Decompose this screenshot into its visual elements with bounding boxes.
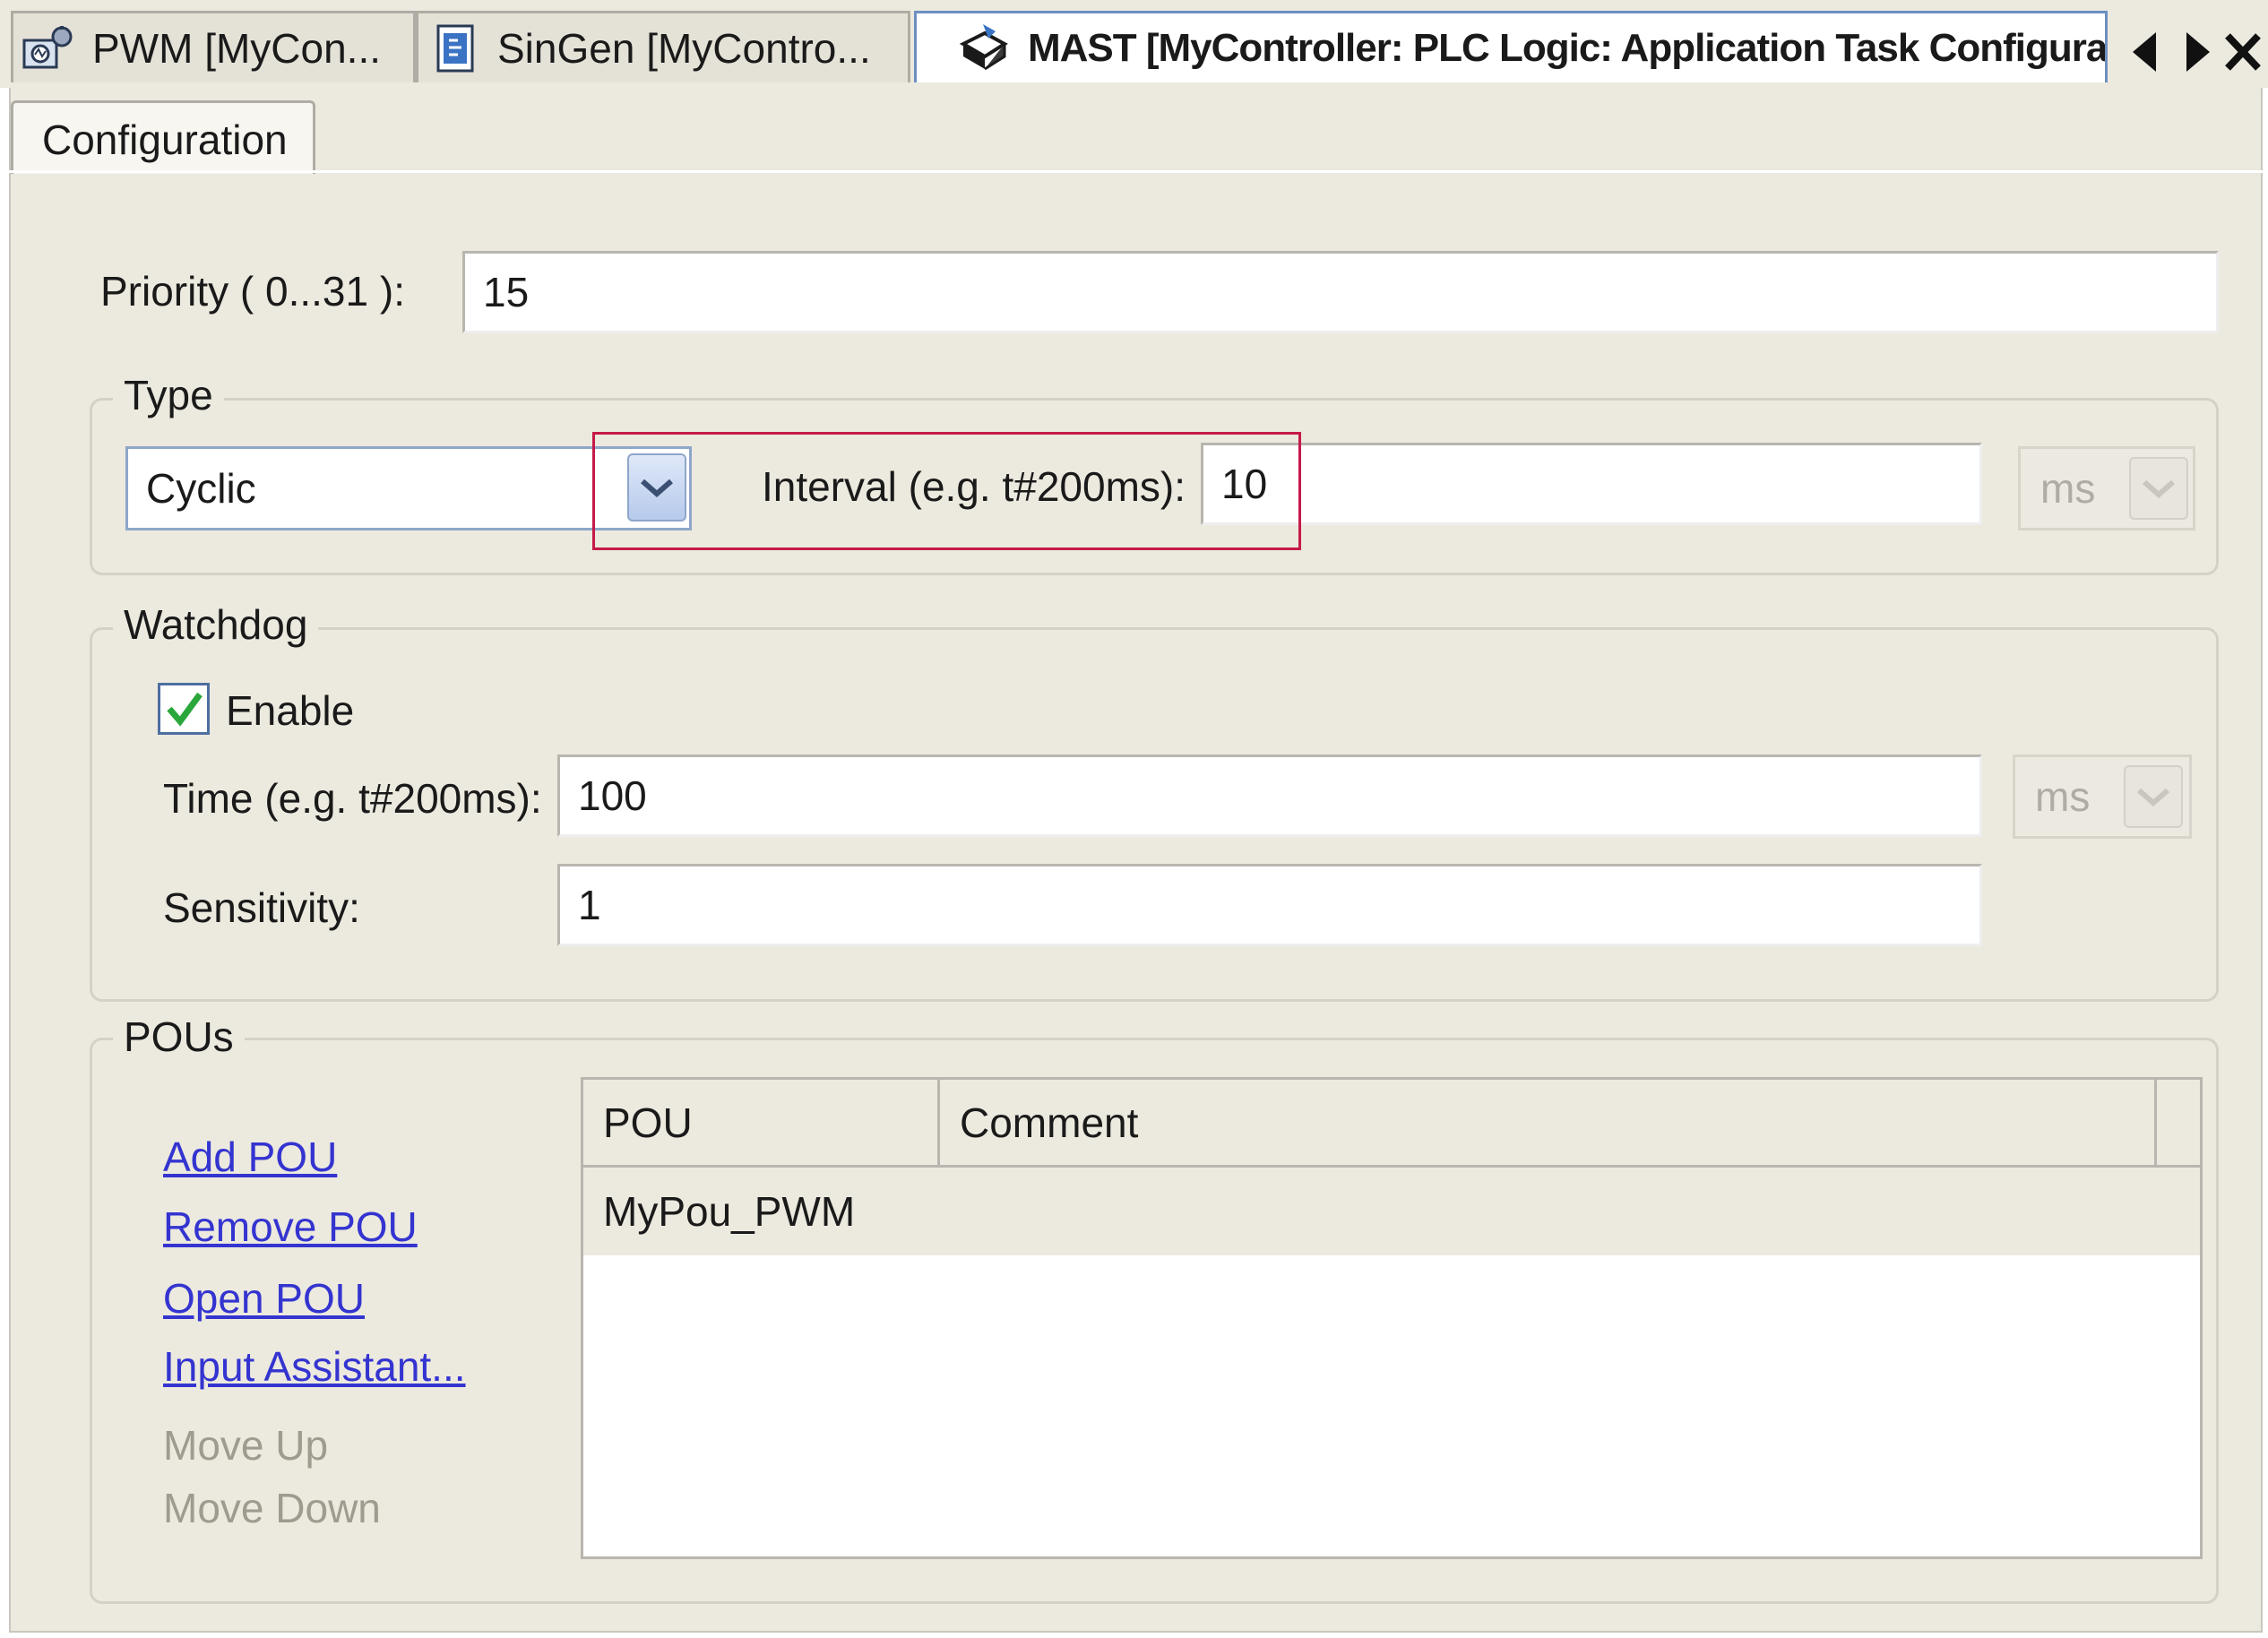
interval-input[interactable]: 10 xyxy=(1201,443,1982,525)
watchdog-unit-value: ms xyxy=(2035,773,2091,820)
column-header-filler xyxy=(2157,1080,2200,1168)
remove-pou-link[interactable]: Remove POU xyxy=(163,1203,418,1251)
tab-mast[interactable]: MAST [MyController: PLC Logic: Applicati… xyxy=(914,11,2108,82)
watchdog-sensitivity-value: 1 xyxy=(578,882,601,928)
editor-tab-strip: PWM [MyCon... SinGen [MyContro... MAST [… xyxy=(0,0,2268,88)
tab-singen-label: SinGen [MyContro... xyxy=(497,24,871,72)
interval-unit-dropdown-button xyxy=(2129,457,2188,520)
watchdog-sensitivity-label: Sensitivity: xyxy=(163,884,360,931)
type-group-title: Type xyxy=(113,371,224,419)
watchdog-enable-checkbox[interactable] xyxy=(158,683,210,735)
program-file-icon xyxy=(436,24,474,72)
table-row[interactable]: MyPou_PWM xyxy=(583,1168,2200,1255)
task-configuration-window: PWM [MyCon... SinGen [MyContro... MAST [… xyxy=(0,0,2268,1638)
move-up-button: Move Up xyxy=(163,1422,329,1469)
watchdog-unit-dropdown-button xyxy=(2124,765,2183,828)
column-header-comment-label: Comment xyxy=(960,1099,1139,1146)
close-tab-icon[interactable] xyxy=(2221,27,2265,77)
interval-highlight-box xyxy=(592,432,1301,550)
input-assistant-link[interactable]: Input Assistant... xyxy=(163,1342,466,1391)
watchdog-sensitivity-input[interactable]: 1 xyxy=(557,864,1982,946)
checkmark-icon xyxy=(167,692,203,727)
priority-input[interactable]: 15 xyxy=(462,251,2219,333)
subtab-divider xyxy=(9,170,2263,173)
pous-group-title: POUs xyxy=(113,1013,245,1061)
open-pou-link[interactable]: Open POU xyxy=(163,1274,365,1323)
add-pou-link[interactable]: Add POU xyxy=(163,1133,337,1181)
priority-label: Priority ( 0...31 ): xyxy=(100,268,405,315)
move-down-button: Move Down xyxy=(163,1485,381,1531)
pou-table: POU Comment MyPou_PWM xyxy=(581,1077,2203,1559)
watchdog-time-value: 100 xyxy=(578,772,647,819)
tab-pwm[interactable]: PWM [MyCon... xyxy=(11,11,416,82)
table-cell-pou: MyPou_PWM xyxy=(603,1188,856,1235)
priority-value: 15 xyxy=(483,269,530,315)
tab-pwm-label: PWM [MyCon... xyxy=(92,24,382,72)
watchdog-enable-label: Enable xyxy=(226,687,355,734)
watchdog-time-label: Time (e.g. t#200ms): xyxy=(163,775,542,822)
tab-configuration[interactable]: Configuration xyxy=(11,100,315,174)
pwm-monitor-icon xyxy=(22,25,73,68)
scroll-tabs-right-icon[interactable] xyxy=(2176,27,2221,77)
tab-singen[interactable]: SinGen [MyContro... xyxy=(416,11,910,82)
watchdog-time-input[interactable]: 100 xyxy=(557,754,1982,837)
column-header-pou[interactable]: POU xyxy=(583,1080,940,1168)
task-cube-icon xyxy=(959,23,1008,70)
scroll-tabs-left-icon[interactable] xyxy=(2124,27,2169,77)
chevron-down-icon xyxy=(2143,479,2175,498)
column-header-pou-label: POU xyxy=(603,1099,693,1146)
tab-mast-label: MAST [MyController: PLC Logic: Applicati… xyxy=(1028,25,2108,70)
chevron-down-icon xyxy=(2137,788,2169,806)
watchdog-group-title: Watchdog xyxy=(113,600,319,649)
column-header-comment[interactable]: Comment xyxy=(940,1080,2157,1168)
type-select-value: Cyclic xyxy=(146,465,256,512)
interval-unit-value: ms xyxy=(2040,465,2096,512)
